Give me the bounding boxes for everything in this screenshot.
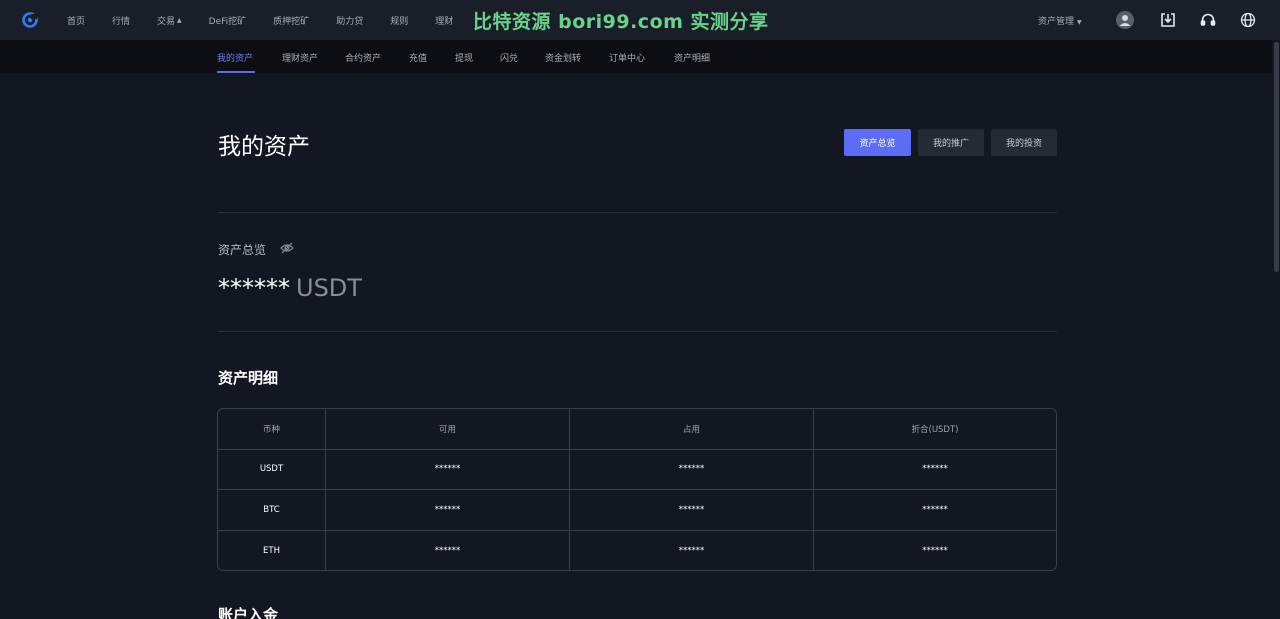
cell-currency: USDT	[218, 449, 326, 489]
globe-icon[interactable]	[1239, 11, 1257, 29]
logo-icon[interactable]	[22, 12, 38, 28]
page-title: 我的资产	[218, 134, 310, 160]
asset-details-title: 资产明细	[218, 369, 279, 387]
cell-occupied: ******	[570, 490, 814, 530]
subnav-swap[interactable]: 闪兑	[500, 51, 518, 64]
nav-item-trade-label: 交易	[157, 16, 176, 27]
user-avatar-icon[interactable]	[1116, 11, 1134, 29]
cell-occupied: ******	[570, 449, 814, 489]
cell-available: ******	[326, 449, 570, 489]
nav-item-defi-mining[interactable]: DeFi挖矿	[209, 14, 247, 27]
divider	[218, 331, 1057, 332]
cell-currency: ETH	[218, 530, 326, 570]
tab-asset-overview[interactable]: 资产总览	[844, 129, 911, 156]
subnav-withdraw[interactable]: 提现	[455, 51, 473, 64]
balance-value: ******	[218, 274, 290, 302]
header-occupied: 占用	[570, 409, 814, 449]
subnav-deposit[interactable]: 充值	[409, 51, 427, 64]
balance-unit: USDT	[296, 274, 362, 302]
main-menu: 首页 行情 交易 ▲ DeFi挖矿 质押挖矿 助力贷 规则 理财	[67, 0, 480, 40]
nav-item-home[interactable]: 首页	[67, 14, 85, 27]
nav-item-rules[interactable]: 规则	[390, 14, 408, 27]
header-currency: 币种	[218, 409, 326, 449]
scrollbar-thumb[interactable]	[1274, 42, 1279, 272]
total-balance: ****** USDT	[218, 274, 362, 302]
sub-nav: 我的资产 理财资产 合约资产 充值 提现 闪兑 资金划转 订单中心 资产明细	[0, 40, 1280, 73]
asset-management-label: 资产管理	[1038, 17, 1075, 27]
tab-my-investment[interactable]: 我的投资	[991, 129, 1057, 156]
table-header-row: 币种 可用 占用 折合(USDT)	[218, 409, 1056, 450]
top-nav: 首页 行情 交易 ▲ DeFi挖矿 质押挖矿 助力贷 规则 理财 比特资源 bor…	[0, 0, 1280, 40]
subnav-my-assets[interactable]: 我的资产	[217, 51, 253, 64]
cell-available: ******	[326, 490, 570, 530]
asset-table: 币种 可用 占用 折合(USDT) USDT ****** ****** ***…	[217, 408, 1057, 571]
cell-equivalent: ******	[922, 464, 948, 475]
subnav-orders[interactable]: 订单中心	[609, 51, 645, 64]
nav-item-loan[interactable]: 助力贷	[336, 14, 363, 27]
cell-available: ******	[326, 530, 570, 570]
caret-down-icon: ▲	[177, 16, 182, 24]
eye-off-icon[interactable]	[280, 242, 294, 254]
download-icon[interactable]	[1159, 11, 1177, 29]
subnav-contract-assets[interactable]: 合约资产	[345, 51, 381, 64]
subnav-asset-details[interactable]: 资产明细	[674, 51, 710, 64]
watermark-text: 比特资源 bori99.com 实测分享	[473, 11, 769, 33]
table-row: BTC ****** ****** ******	[218, 490, 1056, 531]
table-row: ETH ****** ****** ******	[218, 530, 1056, 570]
header-equivalent-usdt: 折合(USDT)	[911, 424, 959, 435]
headset-icon[interactable]	[1199, 11, 1217, 29]
subnav-transfer[interactable]: 资金划转	[545, 51, 581, 64]
chevron-down-icon: ▼	[1077, 19, 1082, 26]
overview-label: 资产总览	[218, 243, 267, 257]
account-deposit-title: 账户入金	[218, 606, 279, 619]
nav-item-markets[interactable]: 行情	[112, 14, 130, 27]
nav-item-finance[interactable]: 理财	[435, 14, 453, 27]
cell-occupied: ******	[570, 530, 814, 570]
nav-item-trade[interactable]: 交易 ▲	[157, 14, 182, 27]
divider	[218, 212, 1057, 213]
tab-my-promotion[interactable]: 我的推广	[918, 129, 984, 156]
subnav-finance-assets[interactable]: 理财资产	[282, 51, 318, 64]
nav-item-staking[interactable]: 质押挖矿	[273, 14, 309, 27]
table-row: USDT ****** ****** ******	[218, 449, 1056, 490]
active-tab-indicator	[217, 71, 255, 73]
cell-currency: BTC	[218, 490, 326, 530]
cell-equivalent: ******	[922, 504, 948, 515]
header-available: 可用	[326, 409, 570, 449]
cell-equivalent: ******	[922, 545, 948, 556]
asset-management-dropdown[interactable]: 资产管理 ▼	[1038, 14, 1082, 27]
